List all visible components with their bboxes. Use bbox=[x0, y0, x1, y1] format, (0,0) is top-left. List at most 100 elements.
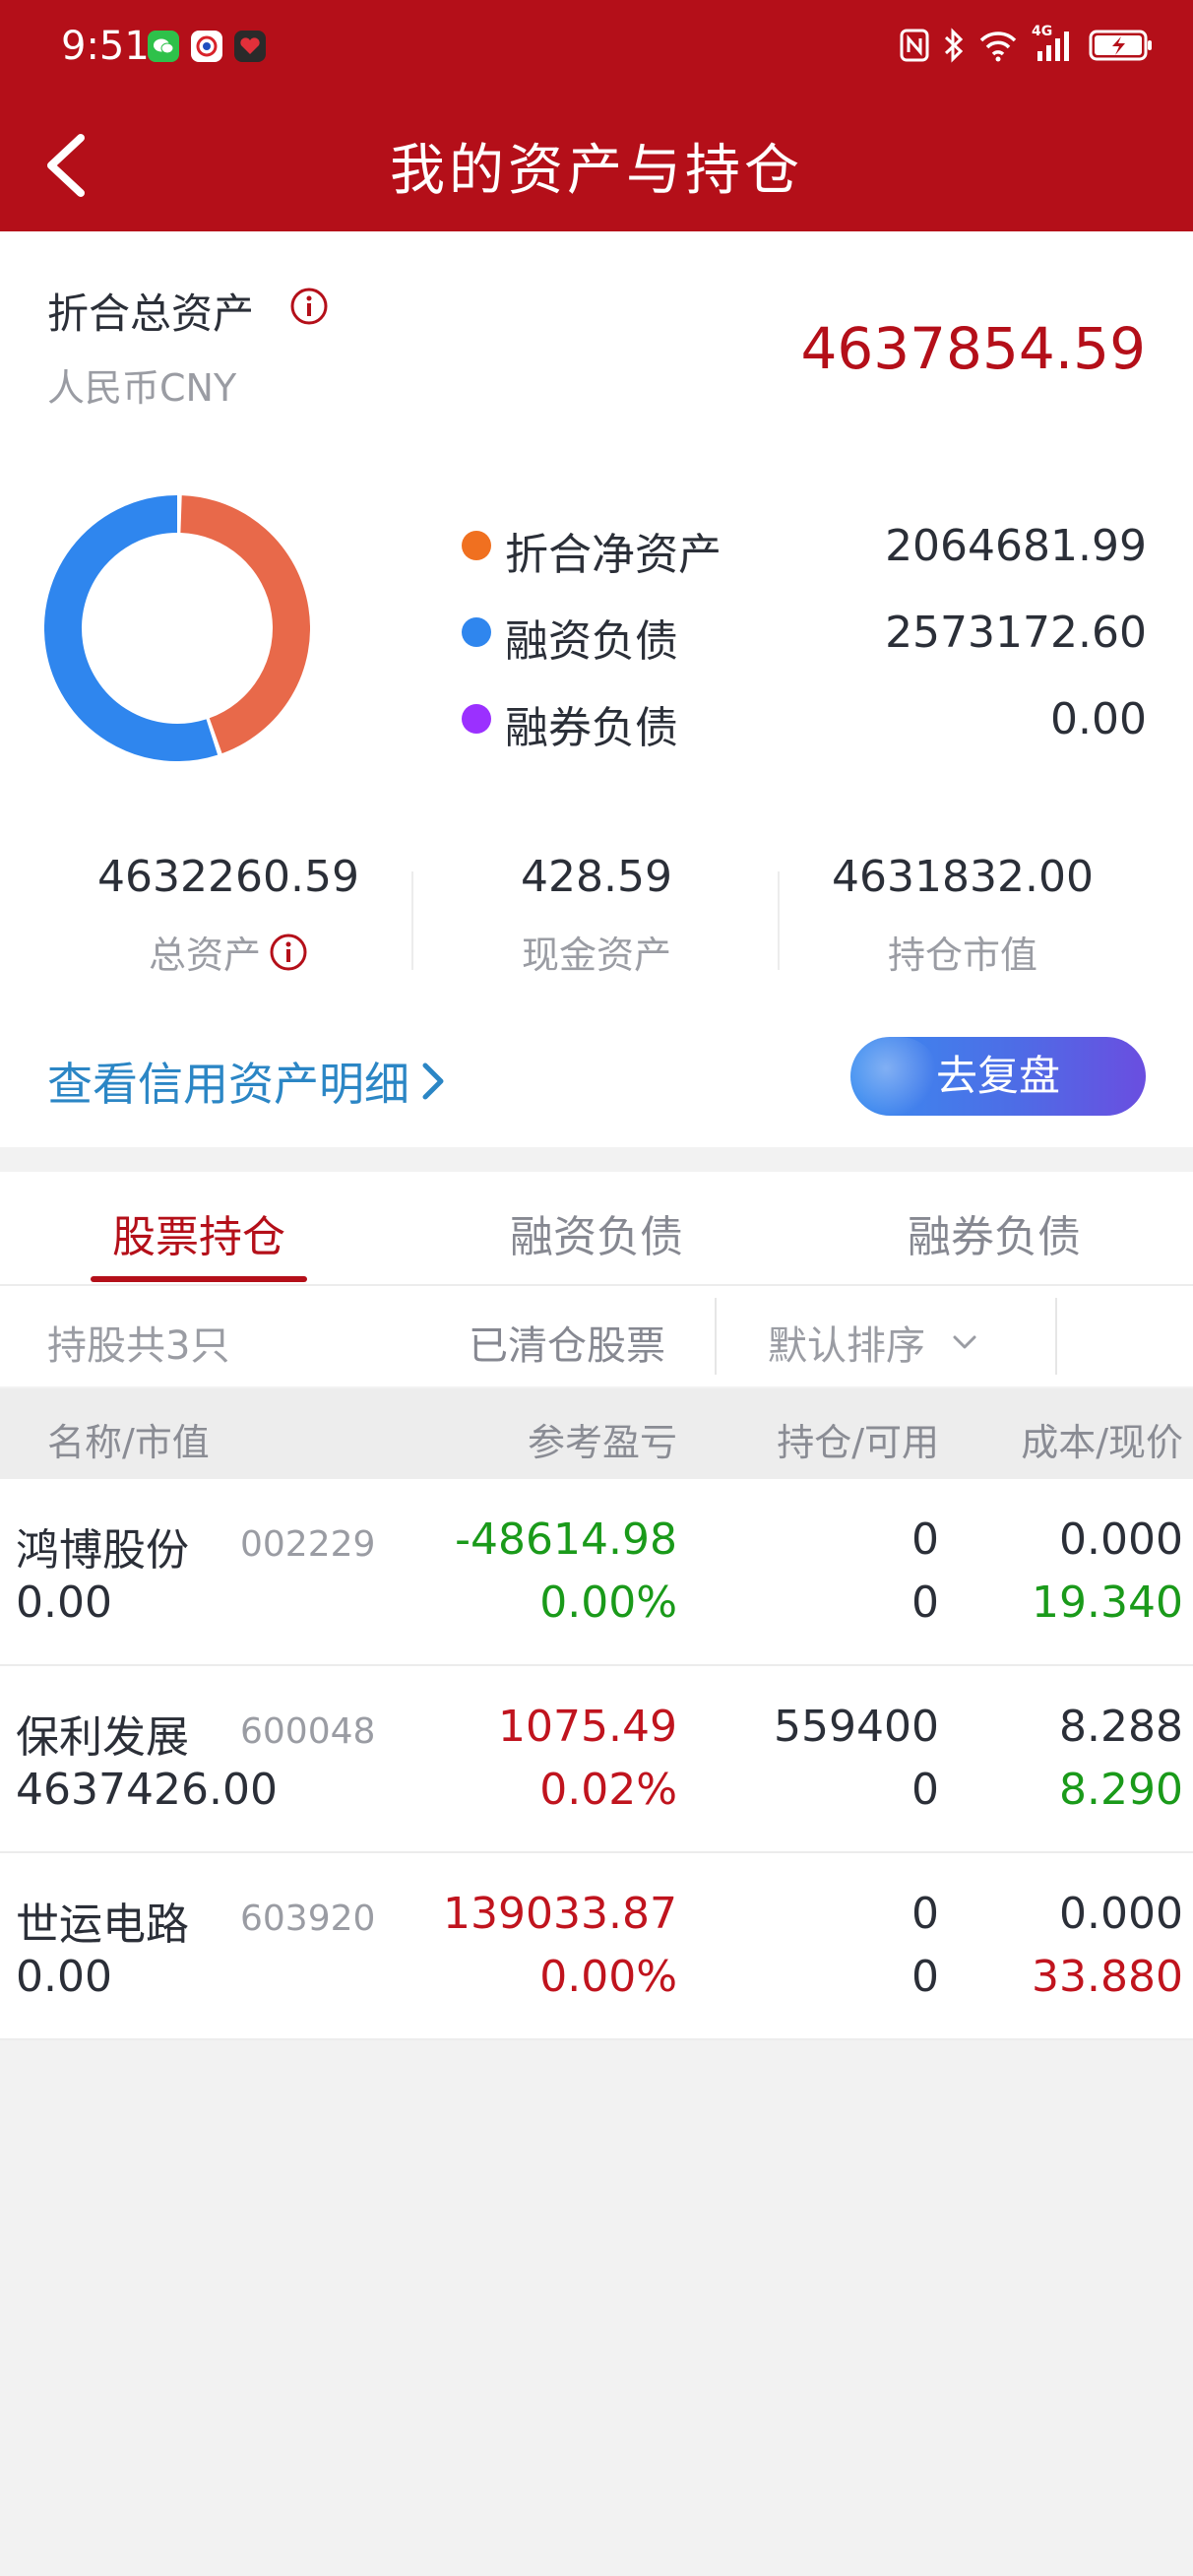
app-header: 9:51 4G 我的资产与持仓 bbox=[0, 0, 1193, 231]
asset-donut-chart bbox=[44, 495, 310, 761]
chevron-down-icon bbox=[953, 1335, 976, 1349]
available-qty: 0 bbox=[911, 1578, 939, 1628]
profit-loss-pct: 0.00% bbox=[539, 1578, 677, 1628]
donut-segment-1 bbox=[44, 495, 219, 761]
stat-position-value: 4631832.00 持仓市值 bbox=[780, 852, 1146, 979]
credit-assets-detail-link[interactable]: 查看信用资产明细 bbox=[47, 1049, 447, 1114]
stock-name: 保利发展 bbox=[16, 1712, 189, 1763]
stock-code: 600048 bbox=[240, 1711, 376, 1752]
stat-cash-assets: 428.59 现金资产 bbox=[413, 852, 780, 979]
stat-value: 428.59 bbox=[521, 852, 672, 902]
legend-label: 融资负债 bbox=[505, 616, 678, 667]
current-price: 33.880 bbox=[1032, 1952, 1183, 2002]
detail-link-label: 查看信用资产明细 bbox=[47, 1058, 409, 1111]
available-qty: 0 bbox=[911, 1765, 939, 1815]
stock-code: 002229 bbox=[240, 1524, 376, 1565]
legend-dot-margin-debt bbox=[462, 617, 491, 647]
market-value: 0.00 bbox=[16, 1952, 112, 2002]
legend-item-margin-debt: 融资负债 2573172.60 bbox=[458, 596, 1147, 682]
market-value: 4637426.00 bbox=[16, 1765, 278, 1815]
button-glow bbox=[850, 1037, 939, 1116]
available-qty: 0 bbox=[911, 1952, 939, 2002]
nfc-icon bbox=[900, 29, 929, 62]
stat-label: 持仓市值 bbox=[887, 934, 1037, 977]
divider bbox=[1055, 1298, 1057, 1375]
status-app-icons bbox=[148, 31, 266, 62]
column-header-position: 持仓/可用 bbox=[777, 1421, 939, 1464]
column-header-cost: 成本/现价 bbox=[1021, 1421, 1183, 1464]
wechat-icon bbox=[148, 31, 179, 62]
page-title: 我的资产与持仓 bbox=[390, 139, 803, 203]
profit-loss: 1075.49 bbox=[498, 1702, 677, 1752]
status-time: 9:51 bbox=[61, 24, 150, 69]
column-header-name: 名称/市值 bbox=[47, 1421, 210, 1464]
info-icon[interactable] bbox=[289, 287, 329, 326]
current-price: 19.340 bbox=[1032, 1578, 1183, 1628]
holdings-list: 鸿博股份 002229 0.00 -48614.98 0.00% 0 0 0.0… bbox=[0, 1479, 1193, 2040]
stat-label-row: 总资产 bbox=[45, 925, 411, 979]
profit-loss: -48614.98 bbox=[455, 1514, 677, 1565]
legend-label: 折合净资产 bbox=[505, 530, 722, 580]
tab-stock-holdings[interactable]: 股票持仓 bbox=[0, 1201, 398, 1264]
battery-charging-icon bbox=[1089, 30, 1152, 61]
total-assets-label: 折合总资产 bbox=[47, 290, 255, 338]
wifi-icon bbox=[979, 32, 1017, 62]
tab-margin-debt[interactable]: 融资负债 bbox=[398, 1201, 795, 1264]
sort-label: 默认排序 bbox=[768, 1323, 925, 1369]
stock-name: 世运电路 bbox=[16, 1900, 189, 1950]
cost-price: 0.000 bbox=[1059, 1514, 1183, 1565]
cost-price: 8.288 bbox=[1059, 1702, 1183, 1752]
legend-dot-short-debt bbox=[462, 704, 491, 734]
position-qty: 0 bbox=[911, 1889, 939, 1939]
stat-total-assets: 4632260.59 总资产 bbox=[45, 852, 411, 979]
market-value: 0.00 bbox=[16, 1578, 112, 1628]
status-bar: 9:51 4G bbox=[0, 0, 1193, 98]
stat-label: 现金资产 bbox=[521, 934, 671, 977]
chevron-right-icon bbox=[422, 1063, 444, 1100]
total-assets-value: 4637854.59 bbox=[800, 315, 1146, 382]
stat-value: 4631832.00 bbox=[832, 852, 1094, 902]
cleared-stocks-button[interactable]: 已清仓股票 bbox=[469, 1314, 665, 1371]
profit-loss-pct: 0.00% bbox=[539, 1952, 677, 2002]
legend-dot-net-assets bbox=[462, 531, 491, 560]
health-app-icon bbox=[234, 31, 266, 62]
sort-dropdown[interactable]: 默认排序 bbox=[768, 1314, 978, 1371]
asset-summary-card: 折合总资产 人民币CNY 4637854.59 折合净资产 2064681.99… bbox=[0, 231, 1193, 1147]
table-header: 名称/市值 参考盈亏 持仓/可用 成本/现价 bbox=[0, 1388, 1193, 1479]
table-row[interactable]: 世运电路 603920 0.00 139033.87 0.00% 0 0 0.0… bbox=[0, 1853, 1193, 2040]
position-qty: 559400 bbox=[774, 1702, 939, 1752]
holdings-filter-bar: 持股共3只 已清仓股票 默认排序 bbox=[0, 1286, 1193, 1386]
profit-loss-pct: 0.02% bbox=[539, 1765, 677, 1815]
stat-label: 总资产 bbox=[148, 934, 261, 977]
currency-label: 人民币CNY bbox=[47, 366, 237, 410]
asset-stats: 4632260.59 总资产 428.59 现金资产 4631832.00 持仓… bbox=[0, 852, 1193, 999]
status-icons: 4G bbox=[900, 24, 1154, 63]
profit-loss: 139033.87 bbox=[443, 1889, 677, 1939]
cost-price: 0.000 bbox=[1059, 1889, 1183, 1939]
legend-item-net-assets: 折合净资产 2064681.99 bbox=[458, 509, 1147, 596]
legend-value: 0.00 bbox=[1050, 694, 1147, 744]
asset-legend: 折合净资产 2064681.99 融资负债 2573172.60 融券负债 0.… bbox=[458, 509, 1147, 769]
table-row[interactable]: 鸿博股份 002229 0.00 -48614.98 0.00% 0 0 0.0… bbox=[0, 1479, 1193, 1666]
holdings-tabs: 股票持仓 融资负债 融券负债 bbox=[0, 1172, 1193, 1286]
stock-code: 603920 bbox=[240, 1899, 376, 1939]
info-icon[interactable] bbox=[269, 933, 308, 972]
review-button[interactable]: 去复盘 bbox=[850, 1037, 1146, 1116]
legend-item-short-debt: 融券负债 0.00 bbox=[458, 682, 1147, 769]
current-price: 8.290 bbox=[1059, 1765, 1183, 1815]
signal-4g-icon: 4G bbox=[1032, 24, 1075, 63]
review-button-label: 去复盘 bbox=[935, 1052, 1060, 1100]
column-header-pl: 参考盈亏 bbox=[527, 1421, 677, 1464]
active-tab-indicator bbox=[91, 1276, 307, 1282]
table-row[interactable]: 保利发展 600048 4637426.00 1075.49 0.02% 559… bbox=[0, 1666, 1193, 1853]
holdings-count: 持股共3只 bbox=[47, 1323, 230, 1369]
position-qty: 0 bbox=[911, 1514, 939, 1565]
divider bbox=[715, 1298, 717, 1375]
browser-icon bbox=[191, 31, 222, 62]
tab-short-debt[interactable]: 融券负债 bbox=[795, 1201, 1193, 1264]
legend-value: 2064681.99 bbox=[885, 521, 1147, 571]
legend-value: 2573172.60 bbox=[885, 608, 1147, 658]
donut-segment-0 bbox=[179, 495, 310, 754]
stock-name: 鸿博股份 bbox=[16, 1525, 189, 1576]
legend-label: 融券负债 bbox=[505, 703, 678, 753]
